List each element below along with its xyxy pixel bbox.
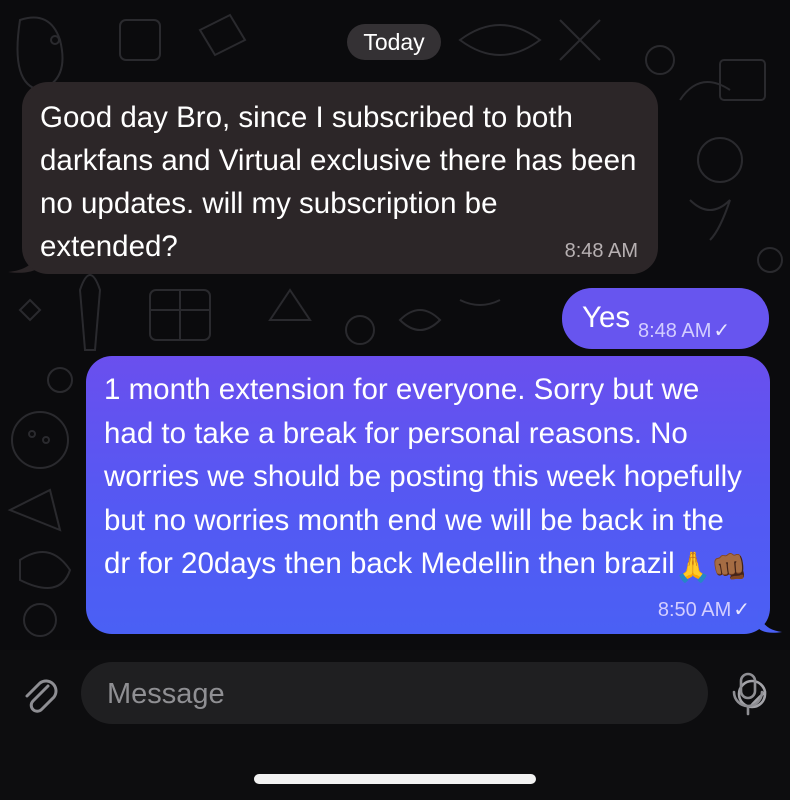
incoming-message-bubble[interactable]: Good day Bro, since I subscribed to both…: [22, 82, 658, 274]
check-icon: ✓: [713, 320, 731, 342]
message-time: 8:50 AM: [657, 599, 732, 621]
message-input[interactable]: [105, 672, 649, 716]
fist-bump-emoji: 👊🏾: [711, 551, 749, 584]
message-time: 8:48 AM: [638, 320, 712, 342]
message-text-block: 1 month extension for everyone. Sorry bu…: [104, 368, 752, 590]
outgoing-message-bubble[interactable]: Yes 8:48 AM ✓: [562, 288, 769, 349]
message-text: Good day Bro, since I subscribed to both…: [40, 101, 637, 263]
check-icon: ✓: [733, 599, 750, 621]
message-time: 8:48 AM: [564, 240, 638, 262]
microphone-icon[interactable]: [730, 670, 766, 718]
date-separator: Today: [347, 24, 441, 60]
message-status: 8:48 AM ✓: [638, 318, 730, 343]
message-text: Yes: [582, 301, 631, 334]
folded-hands-emoji: 🙏: [674, 551, 712, 584]
outgoing-message-bubble[interactable]: 1 month extension for everyone. Sorry bu…: [86, 356, 770, 634]
message-field[interactable]: [81, 662, 767, 724]
message-input-bar: [0, 650, 790, 800]
message-status: 8:50 AM ✓: [658, 597, 750, 622]
home-indicator[interactable]: [254, 774, 536, 784]
outgoing-bubble-tail: [758, 608, 782, 633]
chat-area[interactable]: Today Good day Bro, since I subscribed t…: [0, 0, 790, 650]
message-text: 1 month extension for everyone. Sorry bu…: [104, 373, 742, 580]
paperclip-icon[interactable]: [18, 672, 62, 716]
